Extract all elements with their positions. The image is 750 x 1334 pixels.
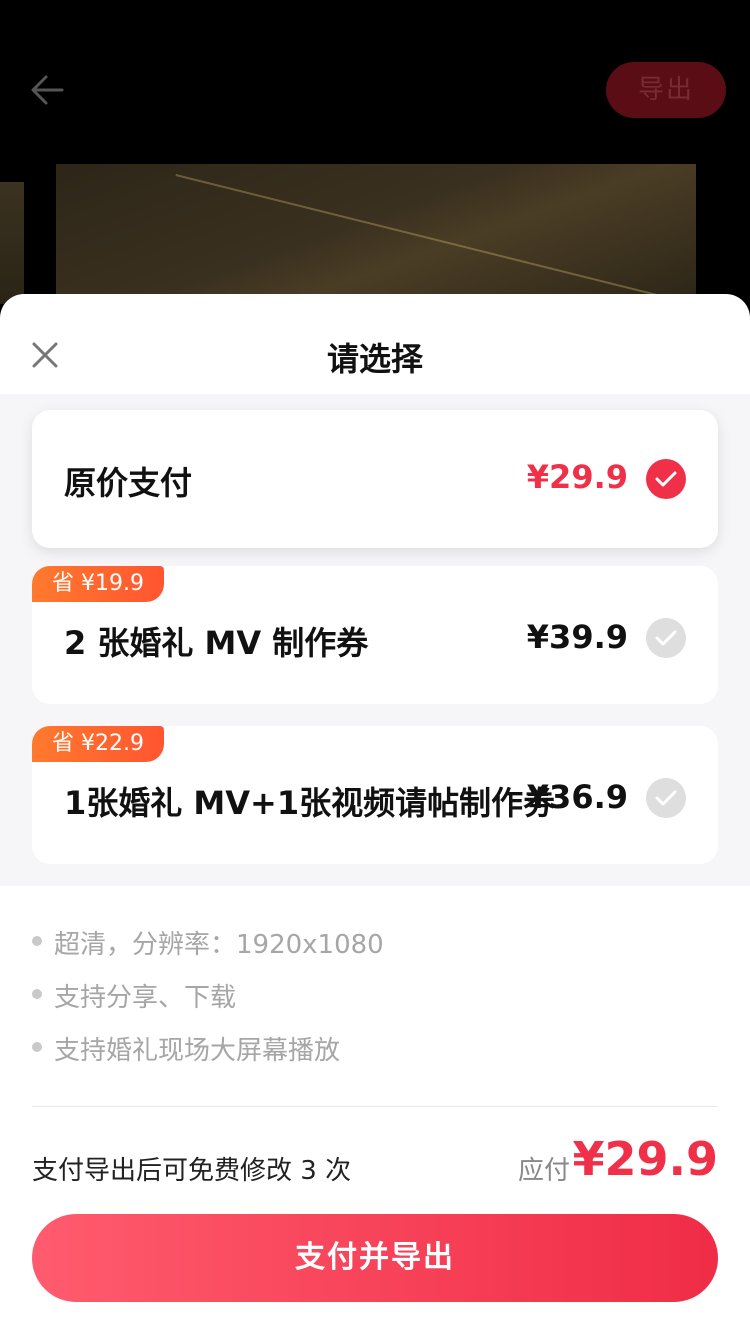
pay-and-export-button[interactable]: 支付并导出 (32, 1214, 718, 1302)
save-badge: 省 ¥22.9 (32, 726, 164, 762)
bullet-icon (32, 936, 42, 946)
amount-due-label: 应付 (517, 1156, 570, 1186)
feature-item: 支持分享、下载 (32, 977, 384, 1030)
video-preview (56, 164, 696, 304)
divider (32, 1106, 718, 1107)
option-label: 1张婚礼 MV+1张视频请帖制作券 (64, 784, 556, 822)
option-label: 原价支付 (64, 464, 193, 502)
check-icon[interactable] (646, 618, 686, 658)
option-mv-invite-combo[interactable]: 省 ¥22.9 1张婚礼 MV+1张视频请帖制作券 ¥36.9 (32, 726, 718, 864)
option-label: 2 张婚礼 MV 制作券 (64, 624, 369, 662)
check-icon[interactable] (646, 778, 686, 818)
back-arrow-icon[interactable] (28, 70, 68, 110)
feature-item: 支持婚礼现场大屏幕播放 (32, 1030, 384, 1083)
sheet-title: 请选择 (326, 340, 423, 378)
payment-sheet: 请选择 原价支付 ¥29.9 省 ¥19.9 2 张婚礼 MV 制作券 ¥39.… (0, 294, 750, 1334)
free-edit-note: 支付导出后可免费修改 3 次 (32, 1156, 352, 1186)
option-price: ¥36.9 (526, 778, 628, 816)
save-badge: 省 ¥19.9 (32, 566, 164, 602)
export-payment-screen: 导出 请选择 原价支付 ¥29.9 省 ¥19.9 2 张婚礼 MV 制作券 ¥… (0, 0, 750, 1334)
option-price: ¥39.9 (526, 618, 628, 656)
feature-text: 超清，分辨率：1920x1080 (54, 930, 384, 960)
feature-text: 支持婚礼现场大屏幕播放 (54, 1036, 341, 1066)
feature-list: 超清，分辨率：1920x1080 支持分享、下载 支持婚礼现场大屏幕播放 (32, 924, 384, 1083)
preview-thumbnail-left (0, 182, 24, 304)
feature-item: 超清，分辨率：1920x1080 (32, 924, 384, 977)
bullet-icon (32, 989, 42, 999)
check-icon[interactable] (646, 459, 686, 499)
option-mv-coupon-2[interactable]: 省 ¥19.9 2 张婚礼 MV 制作券 ¥39.9 (32, 566, 718, 704)
feature-text: 支持分享、下载 (54, 983, 237, 1013)
amount-due: ¥29.9 (572, 1132, 718, 1186)
options-area: 原价支付 ¥29.9 省 ¥19.9 2 张婚礼 MV 制作券 ¥39.9 省 … (0, 394, 750, 886)
export-button[interactable]: 导出 (606, 62, 726, 118)
option-price: ¥29.9 (526, 458, 628, 496)
option-original-price[interactable]: 原价支付 ¥29.9 (32, 410, 718, 548)
light-streak (175, 174, 696, 304)
top-bar: 导出 (0, 0, 750, 160)
bullet-icon (32, 1042, 42, 1052)
